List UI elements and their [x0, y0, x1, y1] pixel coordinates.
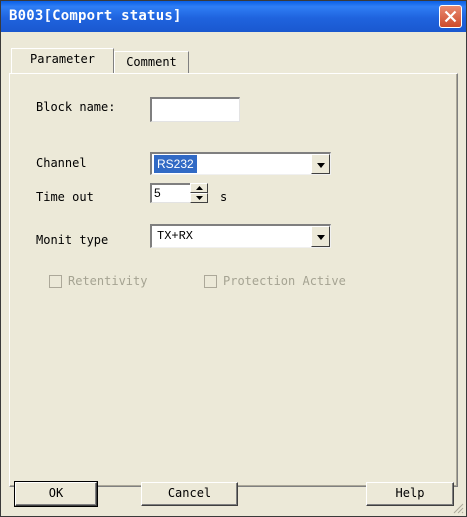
monit-type-value: TX+RX — [157, 229, 194, 243]
time-out-unit: s — [220, 190, 228, 204]
retentivity-label: Retentivity — [68, 274, 148, 288]
monit-type-label: Monit type — [36, 233, 109, 247]
cancel-button[interactable]: Cancel — [141, 482, 238, 506]
dropdown-arrow-icon — [317, 235, 325, 240]
tab-comment[interactable]: Comment — [114, 51, 189, 74]
close-icon — [444, 10, 457, 23]
retentivity-checkbox[interactable] — [49, 275, 62, 288]
monit-type-dropdown-button[interactable] — [311, 226, 330, 247]
spin-down-icon — [196, 196, 203, 200]
spin-down-button[interactable] — [190, 193, 208, 203]
tab-parameter-label: Parameter — [29, 52, 96, 66]
channel-dropdown-button[interactable] — [311, 154, 330, 174]
tab-comment-label: Comment — [126, 55, 177, 69]
ok-button[interactable]: OK — [14, 481, 98, 507]
help-button[interactable]: Help — [366, 482, 454, 506]
spin-up-button[interactable] — [190, 183, 208, 193]
dropdown-arrow-icon — [317, 163, 325, 168]
protection-active-label: Protection Active — [223, 274, 346, 288]
window-title: B003[Comport status] — [9, 8, 182, 24]
channel-value: RS232 — [154, 155, 197, 173]
spin-up-icon — [196, 186, 203, 190]
block-name-label: Block name: — [36, 100, 116, 114]
block-name-input[interactable] — [150, 97, 240, 122]
channel-select[interactable]: RS232 — [150, 152, 331, 175]
channel-label: Channel — [36, 156, 87, 170]
time-out-label: Time out — [36, 190, 94, 204]
monit-type-select[interactable]: TX+RX — [150, 224, 331, 248]
title-bar[interactable]: B003[Comport status] — [1, 1, 466, 32]
resize-grip-icon[interactable] — [452, 502, 464, 514]
time-out-spinner[interactable] — [190, 183, 208, 203]
time-out-input[interactable]: 5 — [150, 183, 191, 203]
protection-active-checkbox[interactable] — [204, 275, 217, 288]
dialog-window: B003[Comport status] Parameter Comment B… — [0, 0, 467, 517]
tab-parameter[interactable]: Parameter — [11, 48, 114, 73]
close-button[interactable] — [439, 5, 462, 28]
